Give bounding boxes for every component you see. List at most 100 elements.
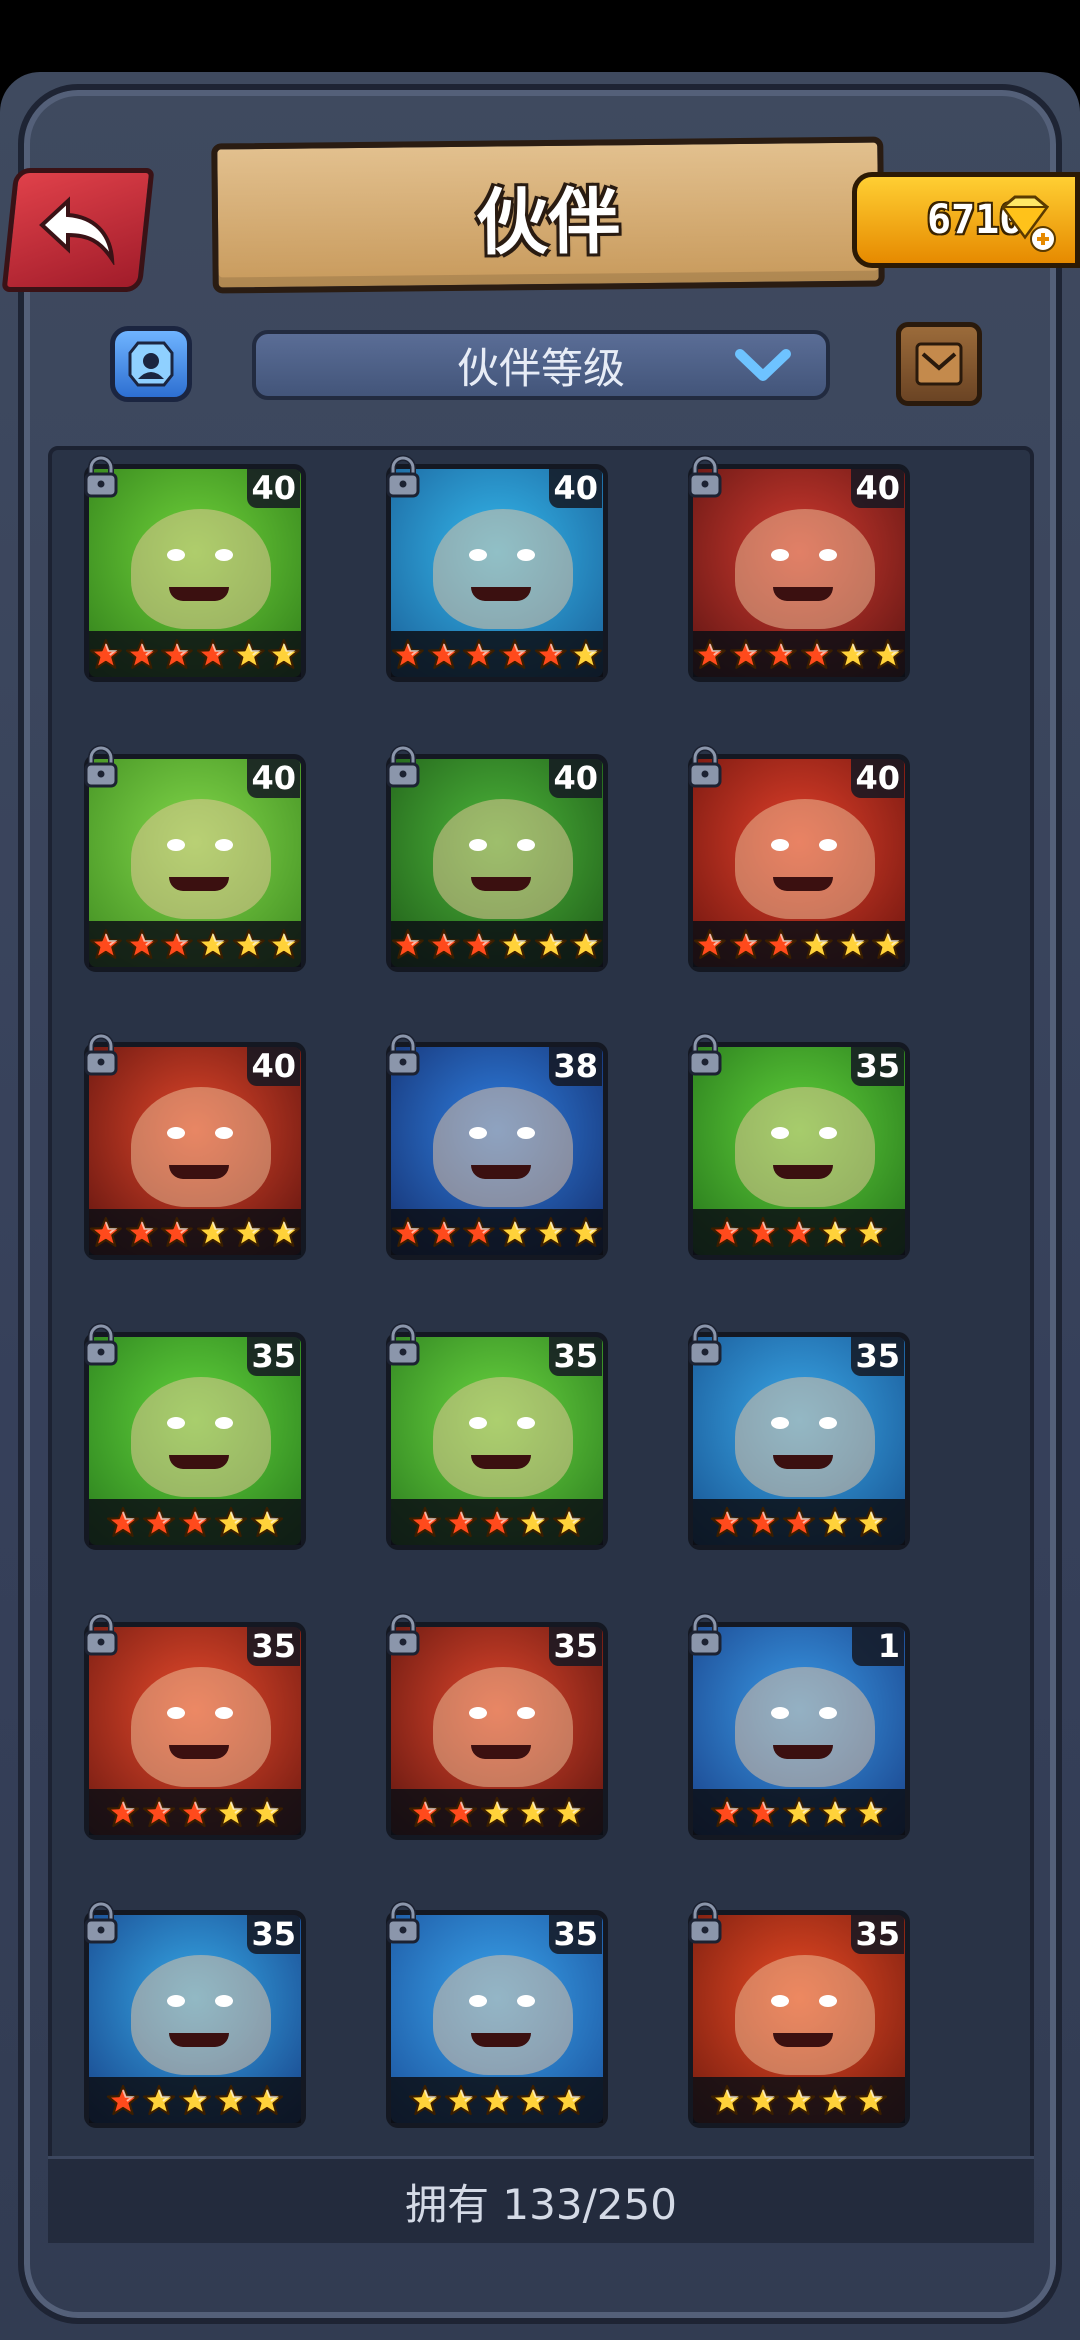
gem-counter-button[interactable]: 6710 <box>852 172 1080 268</box>
gold-star-icon <box>818 2084 852 2116</box>
gold-star-icon <box>480 2084 514 2116</box>
gold-star-icon <box>196 1217 229 1247</box>
red-star-icon <box>161 1217 194 1247</box>
gold-star-icon <box>854 1796 888 1828</box>
hero-card[interactable]: 40 <box>688 745 910 972</box>
red-star-icon <box>463 639 496 669</box>
hero-card[interactable]: 35 <box>84 1613 306 1840</box>
hero-card[interactable]: 35 <box>688 1323 910 1550</box>
hero-grid: 40 40 40 40 40 40 40 38 35 35 35 35 35 35 1 35 35 35 <box>48 446 1034 2240</box>
hero-card[interactable]: 35 <box>84 1323 306 1550</box>
gold-star-icon <box>250 1796 284 1828</box>
hero-face <box>735 1667 875 1787</box>
back-button[interactable] <box>1 168 155 292</box>
gold-star-icon <box>710 2084 744 2116</box>
lock-icon[interactable] <box>682 454 728 500</box>
gold-star-icon <box>854 1506 888 1538</box>
star-rating <box>391 921 603 967</box>
lock-icon[interactable] <box>380 1032 426 1078</box>
lock-icon[interactable] <box>78 454 124 500</box>
gold-star-icon <box>480 1796 514 1828</box>
lock-icon[interactable] <box>380 1900 426 1946</box>
gold-star-icon <box>854 1216 888 1248</box>
red-star-icon <box>765 639 798 669</box>
hero-card[interactable]: 40 <box>688 455 910 682</box>
gold-star-icon <box>782 1796 816 1828</box>
hero-face <box>131 509 271 629</box>
sort-dropdown[interactable]: 伙伴等级 <box>252 330 830 400</box>
red-star-icon <box>444 1796 478 1828</box>
red-star-icon <box>427 1217 460 1247</box>
lock-icon[interactable] <box>78 1032 124 1078</box>
footer-bar: 拥有 133/250 <box>48 2156 1034 2243</box>
lock-icon[interactable] <box>682 744 728 790</box>
hero-eye <box>819 1127 837 1139</box>
red-star-icon <box>178 1506 212 1538</box>
lock-icon[interactable] <box>78 744 124 790</box>
hero-card[interactable]: 1 <box>688 1613 910 1840</box>
red-star-icon <box>391 1217 424 1247</box>
hero-eye <box>167 1995 185 2007</box>
hero-card[interactable]: 40 <box>84 745 306 972</box>
hero-mouth <box>169 877 229 891</box>
hero-card[interactable]: 35 <box>386 1323 608 1550</box>
hero-mouth <box>169 1455 229 1469</box>
hero-level: 40 <box>247 1046 300 1086</box>
hero-card[interactable]: 35 <box>386 1613 608 1840</box>
hero-mouth <box>169 587 229 601</box>
hero-card[interactable]: 40 <box>386 455 608 682</box>
star-rating <box>89 1789 301 1835</box>
status-bar <box>0 0 1080 72</box>
red-star-icon <box>391 639 424 669</box>
gold-star-icon <box>854 2084 888 2116</box>
red-star-icon <box>106 2084 140 2116</box>
hero-level: 35 <box>851 1336 904 1376</box>
gold-star-icon <box>570 929 603 959</box>
lock-icon[interactable] <box>380 1322 426 1368</box>
lock-icon[interactable] <box>682 1032 728 1078</box>
red-star-icon <box>125 929 158 959</box>
lock-icon[interactable] <box>380 454 426 500</box>
gold-star-icon <box>142 2084 176 2116</box>
lock-icon[interactable] <box>78 1612 124 1658</box>
hero-eye <box>215 549 233 561</box>
red-star-icon <box>408 1796 442 1828</box>
hero-card[interactable]: 40 <box>386 745 608 972</box>
hero-card[interactable]: 35 <box>84 1901 306 2128</box>
gold-star-icon <box>214 2084 248 2116</box>
lock-icon[interactable] <box>78 1322 124 1368</box>
hero-type-filter-button[interactable] <box>110 326 192 402</box>
hero-card[interactable]: 35 <box>386 1901 608 2128</box>
hero-card[interactable]: 38 <box>386 1033 608 1260</box>
lock-icon[interactable] <box>380 1612 426 1658</box>
red-star-icon <box>729 929 762 959</box>
hero-card[interactable]: 35 <box>688 1901 910 2128</box>
scroll-button[interactable] <box>896 322 982 406</box>
hero-eye <box>771 839 789 851</box>
red-star-icon <box>746 1796 780 1828</box>
hero-eye <box>215 1417 233 1429</box>
star-rating <box>89 2077 301 2123</box>
lock-icon[interactable] <box>682 1612 728 1658</box>
star-rating <box>89 631 301 677</box>
hero-card[interactable]: 35 <box>688 1033 910 1260</box>
red-star-icon <box>89 929 122 959</box>
gold-star-icon <box>552 1796 586 1828</box>
red-star-icon <box>693 639 726 669</box>
hero-eye <box>517 1417 535 1429</box>
hero-level: 1 <box>852 1626 904 1666</box>
lock-icon[interactable] <box>380 744 426 790</box>
lock-icon[interactable] <box>78 1900 124 1946</box>
gold-star-icon <box>836 639 869 669</box>
red-star-icon <box>444 1506 478 1538</box>
red-star-icon <box>746 1216 780 1248</box>
red-star-icon <box>89 1217 122 1247</box>
hero-card[interactable]: 40 <box>84 1033 306 1260</box>
star-rating <box>693 1499 905 1545</box>
lock-icon[interactable] <box>682 1900 728 1946</box>
red-star-icon <box>142 1506 176 1538</box>
hero-mouth <box>471 1455 531 1469</box>
hero-card[interactable]: 40 <box>84 455 306 682</box>
red-star-icon <box>782 1506 816 1538</box>
lock-icon[interactable] <box>682 1322 728 1368</box>
